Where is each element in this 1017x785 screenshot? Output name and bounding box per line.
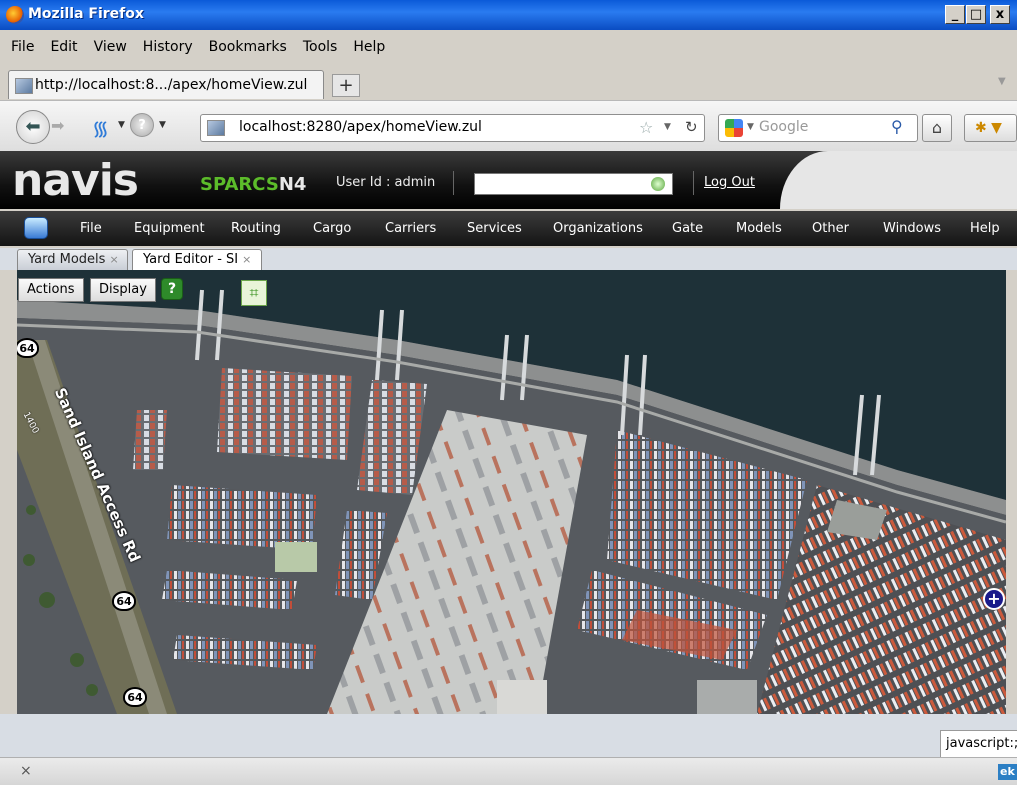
route-64-shield: 64 [17, 338, 39, 358]
header-search-input[interactable] [474, 173, 673, 195]
yard-map[interactable]: Actions Display ? ⌗ 64 64 64 1400 Sand I… [17, 270, 1006, 714]
menu-bookmarks[interactable]: Bookmarks [201, 37, 295, 57]
search-go-icon[interactable] [651, 177, 665, 191]
reload-icon[interactable]: ↻ [685, 118, 698, 136]
google-engine-icon[interactable] [725, 119, 743, 137]
navigation-toolbar: ⬅ ➡ ᯾ ▼ ? ▼ localhost:8280/apex/homeView… [0, 100, 1017, 151]
app-menu-help[interactable]: Help [970, 221, 1000, 236]
browser-tab[interactable]: http://localhost:8.../apex/homeView.zul [8, 70, 324, 99]
app-menubar: File Equipment Routing Cargo Carriers Se… [0, 211, 1017, 246]
app-menu-services[interactable]: Services [467, 221, 522, 236]
menu-edit[interactable]: Edit [42, 37, 85, 57]
engine-dropdown-icon[interactable]: ▼ [747, 122, 754, 132]
app-menu-models[interactable]: Models [736, 221, 782, 236]
app-menu-equipment[interactable]: Equipment [134, 221, 205, 236]
navis-logo: navis [12, 155, 139, 206]
app-menu-other[interactable]: Other [812, 221, 849, 236]
window-titlebar: Mozilla Firefox _ □ x [0, 0, 1017, 30]
logout-link[interactable]: Log Out [704, 175, 755, 190]
addon-toolbar-icon[interactable]: ✱ ▼ [964, 114, 1017, 142]
browser-tabstrip: http://localhost:8.../apex/homeView.zul … [0, 66, 1017, 100]
database-icon[interactable] [24, 217, 48, 239]
firefox-icon [6, 6, 24, 24]
chevron-down-icon[interactable]: ▼ [118, 120, 125, 130]
app-menu-gate[interactable]: Gate [672, 221, 703, 236]
url-text[interactable]: localhost:8280/apex/homeView.zul [239, 119, 482, 135]
wifi-icon[interactable]: ᯾ [92, 114, 109, 141]
help-circle-icon[interactable]: ? [130, 113, 154, 137]
search-bar[interactable]: ▼ Google ⚲ [718, 114, 918, 142]
route-64-shield: 64 [123, 687, 147, 707]
menu-history[interactable]: History [135, 37, 201, 57]
brand-prefix: SPARCS [200, 174, 279, 195]
header-wave-decoration [780, 151, 1017, 209]
close-addon-bar-icon[interactable]: × [20, 763, 32, 779]
history-dropdown-icon[interactable]: ▼ [664, 122, 671, 132]
close-window-button[interactable]: x [990, 5, 1010, 24]
addon-bar: × ek [0, 757, 1017, 785]
header-divider [453, 171, 454, 195]
maximize-button[interactable]: □ [966, 5, 986, 24]
page-favicon-icon [15, 78, 33, 94]
forward-button[interactable]: ➡ [51, 116, 64, 135]
sparcs-brand: SPARCSN4 [200, 174, 306, 195]
search-icon[interactable]: ⚲ [891, 117, 903, 136]
status-link-text: javascript:; [940, 730, 1017, 758]
browser-tab-label: http://localhost:8.../apex/homeView.zul [35, 77, 308, 93]
user-id-label: User Id : admin [336, 175, 436, 190]
bookmark-star-icon[interactable]: ☆ [639, 118, 653, 137]
search-placeholder: Google [759, 119, 809, 135]
actions-button[interactable]: Actions [18, 278, 84, 302]
menu-tools[interactable]: Tools [295, 37, 346, 57]
satellite-image [17, 270, 1006, 714]
close-tab-icon[interactable]: × [242, 253, 251, 266]
brand-suffix: N4 [278, 174, 307, 195]
new-tab-button[interactable]: + [332, 74, 360, 97]
tab-yard-models[interactable]: Yard Models × [17, 249, 128, 270]
close-tab-icon[interactable]: × [109, 253, 118, 266]
app-header: navis SPARCSN4 User Id : admin Log Out [0, 151, 1017, 209]
chevron-down-icon[interactable]: ▼ [159, 120, 166, 130]
route-64-shield: 64 [112, 591, 136, 611]
browser-menubar: File Edit View History Bookmarks Tools Help [0, 37, 393, 61]
display-button[interactable]: Display [90, 278, 156, 302]
grid-tool-icon[interactable]: ⌗ [241, 280, 267, 306]
minimize-button[interactable]: _ [945, 5, 965, 24]
app-menu-organizations[interactable]: Organizations [553, 221, 643, 236]
help-icon[interactable]: ? [161, 278, 183, 300]
app-menu-cargo[interactable]: Cargo [313, 221, 351, 236]
app-footer-area [0, 714, 1017, 757]
menu-view[interactable]: View [86, 37, 135, 57]
tab-list-dropdown-icon[interactable]: ▼ [998, 76, 1006, 87]
back-button[interactable]: ⬅ [16, 110, 50, 144]
menu-file[interactable]: File [0, 37, 42, 57]
header-divider [693, 171, 694, 195]
app-tabstrip: Yard Models × Yard Editor - SI × [0, 248, 1017, 270]
app-menu-carriers[interactable]: Carriers [385, 221, 436, 236]
tab-label: Yard Editor - SI [143, 252, 239, 267]
tab-yard-editor[interactable]: Yard Editor - SI × [132, 249, 262, 270]
addon-badge-icon[interactable]: ek [998, 764, 1017, 780]
home-button[interactable]: ⌂ [922, 114, 952, 142]
tab-label: Yard Models [28, 252, 106, 267]
zoom-in-button[interactable]: + [983, 588, 1005, 610]
app-menu-routing[interactable]: Routing [231, 221, 281, 236]
url-bar[interactable]: localhost:8280/apex/homeView.zul ☆ ▼ ↻ [200, 114, 705, 142]
window-title: Mozilla Firefox [28, 6, 144, 22]
menu-help[interactable]: Help [345, 37, 393, 57]
site-identity-icon [207, 120, 225, 136]
app-menu-file[interactable]: File [80, 221, 102, 236]
app-menu-windows[interactable]: Windows [883, 221, 941, 236]
